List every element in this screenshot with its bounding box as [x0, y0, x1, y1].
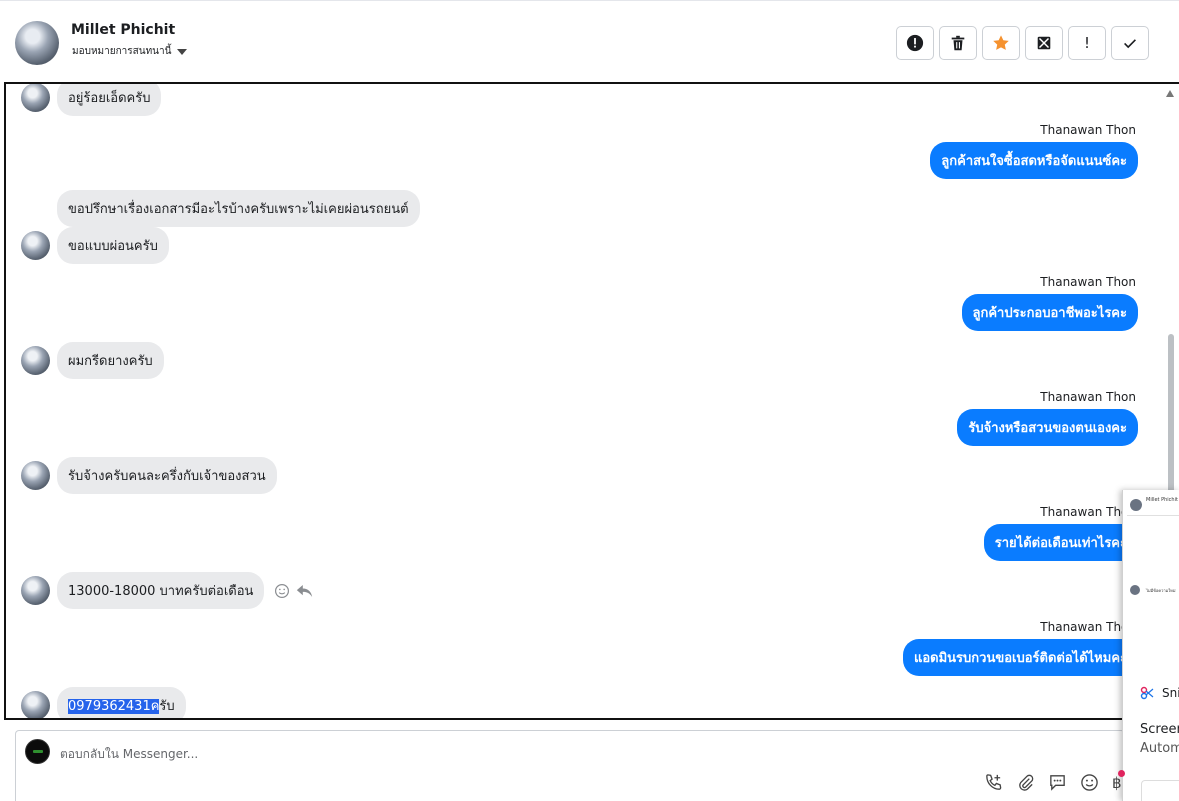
assign-conversation-dropdown[interactable]: มอบหมายการสนทนานี้ [72, 44, 188, 59]
contact-avatar[interactable] [15, 21, 59, 65]
scroll-up-arrow-icon[interactable] [1166, 90, 1174, 97]
message-incoming: อยู่ร้อยเอ็ดครับ [21, 84, 162, 116]
call-add-icon[interactable] [984, 773, 1003, 792]
message-actions [274, 583, 313, 599]
snipping-tool-header: Sni [1140, 686, 1179, 700]
sender-name: Thanawan Thon [1040, 275, 1136, 289]
contact-avatar-small [21, 461, 50, 490]
notification-thumbnail[interactable]: ไม่มีข้อความใหม่ [1127, 584, 1179, 598]
delete-button[interactable] [939, 26, 977, 60]
notification-thumbnail[interactable]: Millet Phichit [1127, 494, 1179, 516]
contact-avatar-small [21, 346, 50, 375]
message-bubble[interactable]: ผมกรีดยางครับ [57, 342, 164, 379]
alert-circle-icon [906, 34, 924, 52]
screenshot-tool-overlay: Millet Phichit ไม่มีข้อความใหม่ Sni Scre… [1122, 490, 1179, 801]
message-incoming: 0979362431ครับ [21, 687, 186, 718]
snipping-tool-icon [1140, 686, 1154, 700]
message-thread[interactable]: อยู่ร้อยเอ็ดครับ Thanawan Thon ลูกค้าสนใ… [4, 82, 1179, 720]
header-actions: ! [896, 26, 1149, 60]
scrollbar-thumb[interactable] [1168, 334, 1174, 494]
page-avatar [25, 739, 50, 764]
check-icon [1124, 39, 1136, 49]
thumbnail-text: ไม่มีข้อความใหม่ [1146, 588, 1176, 593]
done-button[interactable] [1111, 26, 1149, 60]
thumbnail-text: Millet Phichit [1146, 497, 1178, 503]
exclamation-icon: ! [1083, 34, 1090, 52]
inbox-conversation: Millet Phichit มอบหมายการสนทนานี้ ! อยู่… [0, 0, 1179, 801]
assign-label: มอบหมายการสนทนานี้ [72, 46, 172, 57]
saved-replies-icon[interactable] [1048, 773, 1067, 792]
message-incoming: 13000-18000 บาทครับต่อเดือน [21, 572, 313, 609]
notification-dot [1118, 770, 1125, 777]
contact-avatar-small [21, 691, 50, 718]
composer-tools: ฿ [984, 773, 1122, 792]
message-incoming: ขอแบบผ่อนครับ [21, 227, 169, 264]
message-incoming: ผมกรีดยางครับ [21, 342, 164, 379]
star-button[interactable] [982, 26, 1020, 60]
contact-avatar-small [21, 231, 50, 260]
reply-icon[interactable] [296, 583, 313, 599]
snipping-tool-label: Sni [1162, 686, 1179, 700]
conversation-header: Millet Phichit มอบหมายการสนทนานี้ ! [0, 0, 1179, 82]
screenshot-preview[interactable] [1141, 780, 1179, 801]
contact-name[interactable]: Millet Phichit [71, 22, 175, 38]
contact-avatar-small [21, 576, 50, 605]
sender-name: Thanawan Thon [1040, 123, 1136, 137]
message-bubble[interactable]: 0979362431ครับ [57, 687, 186, 718]
trash-icon [951, 35, 965, 51]
message-bubble-outgoing[interactable]: แอดมินรบกวนขอเบอร์ติดต่อได้ไหมคะ [902, 639, 1138, 676]
message-bubble[interactable]: อยู่ร้อยเอ็ดครับ [57, 84, 162, 116]
caret-down-icon [177, 49, 188, 55]
screenshot-title: Screen [1140, 722, 1179, 737]
message-bubble[interactable]: รับจ้างครับคนละครึ่งกับเจ้าของสวน [57, 457, 277, 494]
message-incoming: รับจ้างครับคนละครึ่งกับเจ้าของสวน [21, 457, 277, 494]
message-bubble[interactable]: ขอปรึกษาเรื่องเอกสารมีอะไรบ้างครับเพราะไ… [57, 190, 420, 227]
contact-avatar-small [21, 84, 50, 112]
message-incoming: ขอปรึกษาเรื่องเอกสารมีอะไรบ้างครับเพราะไ… [57, 190, 420, 227]
spam-button[interactable] [896, 26, 934, 60]
message-bubble[interactable]: ขอแบบผ่อนครับ [57, 227, 169, 264]
message-bubble-outgoing[interactable]: ลูกค้าประกอบอาชีพอะไรคะ [961, 294, 1138, 331]
screenshot-subtitle: Autom [1140, 741, 1179, 756]
thumbnail-avatar [1130, 585, 1140, 595]
mark-unread-icon [1037, 36, 1051, 50]
thumbnail-avatar [1130, 499, 1142, 511]
sender-name: Thanawan Thon [1040, 390, 1136, 404]
emoji-reaction-icon[interactable] [274, 583, 290, 599]
attachment-icon[interactable] [1016, 773, 1035, 792]
reply-composer[interactable]: ตอบกลับใน Messenger... ฿ [15, 730, 1125, 801]
reply-input[interactable]: ตอบกลับใน Messenger... [60, 745, 198, 764]
message-bubble-outgoing[interactable]: รับจ้างหรือสวนของตนเองคะ [957, 409, 1138, 446]
message-bubble[interactable]: 13000-18000 บาทครับต่อเดือน [57, 572, 265, 609]
mark-unread-button[interactable] [1025, 26, 1063, 60]
message-bubble-outgoing[interactable]: รายได้ต่อเดือนเท่าไรคะ [983, 524, 1138, 561]
selected-text: 0979362431ค [68, 699, 160, 714]
follow-up-button[interactable]: ! [1068, 26, 1106, 60]
message-text: รับ [159, 699, 175, 714]
star-icon [993, 35, 1009, 50]
emoji-icon[interactable] [1080, 773, 1099, 792]
message-bubble-outgoing[interactable]: ลูกค้าสนใจซื้อสดหรือจัดแนนซ์คะ [930, 142, 1138, 179]
